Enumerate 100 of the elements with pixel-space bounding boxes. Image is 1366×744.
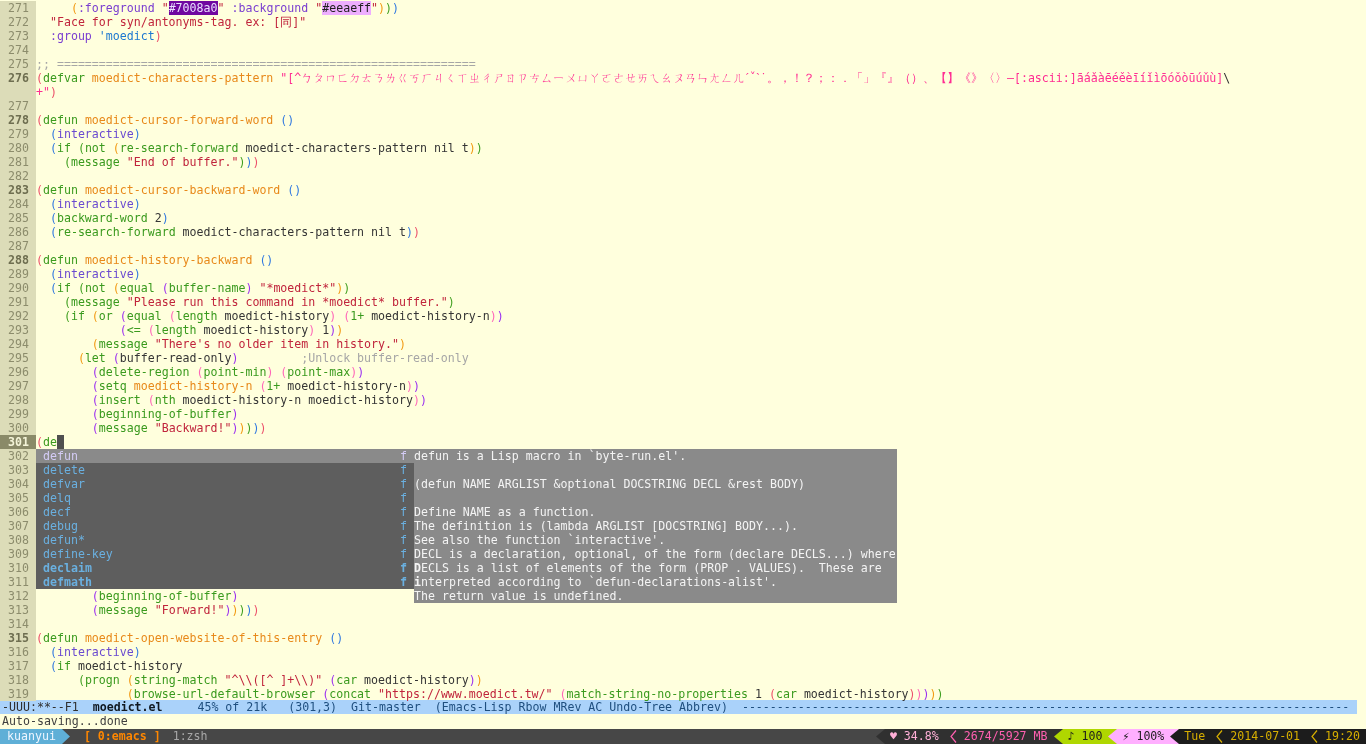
doc-line: See also the function `interactive'.: [414, 533, 667, 547]
code-line: ;; ============================================================: [36, 57, 476, 71]
code-line: (setq moedict-history-n (1+ moedict-history-n)): [90, 379, 420, 393]
code-line: "Face for syn/antonyms-tag. ex: [同]": [48, 15, 307, 29]
code-line: (delete-region (point-min) (point-max)): [90, 365, 365, 379]
code-line: (if (or (equal (length moedict-history) (1+ moedict-history-n)): [62, 309, 504, 323]
code-line: (defun moedict-open-website-of-this-entry (): [36, 631, 344, 645]
code-line: (defun moedict-history-backward (): [36, 253, 274, 267]
code-line: (if (not (equal (buffer-name) "*moedict*")): [48, 281, 351, 295]
doc-line: The return value is undefined.: [414, 589, 625, 603]
completion-item[interactable]: debug f: [36, 519, 414, 533]
line-number: 273: [0, 29, 36, 43]
status-segment: 2014-07-01: [1225, 729, 1307, 744]
line-number: 316: [0, 645, 36, 659]
completion-item[interactable]: decf f: [36, 505, 414, 519]
line-number: 310: [0, 561, 36, 575]
line-number: 299: [0, 407, 36, 421]
code-line: (interactive): [48, 197, 141, 211]
code-line: (beginning-of-buffer): [90, 589, 239, 603]
status-segment: 2674/5927 MB: [958, 729, 1054, 744]
doc-line: defun is a Lisp macro in `byte-run.el'.: [414, 449, 688, 463]
line-number: 294: [0, 337, 36, 351]
code-line: (interactive): [48, 645, 141, 659]
line-number: 275: [0, 57, 36, 71]
code-line: (defun moedict-cursor-backward-word (): [36, 183, 302, 197]
code-line: (re-search-forward moedict-characters-pattern nil t)): [48, 225, 420, 239]
completion-item[interactable]: declaim f: [36, 561, 414, 575]
doc-line: (defun NAME ARGLIST &optional DOCSTRING DECL &rest BODY): [414, 477, 806, 491]
echo-area-message: Auto-saving...done: [1, 714, 129, 729]
line-number: 304: [0, 477, 36, 491]
line-number: 300: [0, 421, 36, 435]
line-number: 272: [0, 15, 36, 29]
line-number: 292: [0, 309, 36, 323]
line-number: 297: [0, 379, 36, 393]
mode-line-item: Git-master: [351, 700, 421, 714]
line-number: 312: [0, 589, 36, 603]
line-number: 277: [0, 99, 36, 113]
code-line: (de: [36, 435, 57, 449]
code-line: (if moedict-history: [48, 659, 183, 673]
line-number: 276: [0, 71, 36, 85]
line-number: 285: [0, 211, 36, 225]
window-tab[interactable]: [ 0:emacs ]: [83, 729, 161, 744]
mode-line-item: 45% of 21k: [197, 700, 268, 714]
line-number: 281: [0, 155, 36, 169]
code-line: (insert (nth moedict-history-n moedict-history)): [90, 393, 427, 407]
line-number: 302: [0, 449, 36, 463]
mode-line-item: (Emacs-Lisp Rbow MRev AC Undo-Tree Abbrev): [434, 700, 728, 714]
doc-line: The definition is (lambda ARGLIST [DOCSTRING] BODY...).: [414, 519, 799, 533]
line-number: 291: [0, 295, 36, 309]
line-number: 309: [0, 547, 36, 561]
line-number: 283: [0, 183, 36, 197]
code-line: (defun moedict-cursor-forward-word (): [36, 113, 295, 127]
line-number: 298: [0, 393, 36, 407]
completion-item[interactable]: defun* f: [36, 533, 414, 547]
line-number: 284: [0, 197, 36, 211]
triangle-icon: [1053, 729, 1063, 744]
completion-item[interactable]: delete f: [36, 463, 414, 477]
completion-item[interactable]: defvar f: [36, 477, 414, 491]
completion-item[interactable]: delq f: [36, 491, 414, 505]
line-number: 318: [0, 673, 36, 687]
line-number: 295: [0, 351, 36, 365]
completion-item[interactable]: define-key f: [36, 547, 414, 561]
completion-item[interactable]: defmath f: [36, 575, 414, 589]
completion-item[interactable]: defun f: [36, 449, 414, 463]
line-number: 303: [0, 463, 36, 477]
chevron-icon: [1216, 730, 1224, 743]
code-line: (progn (string-match "^\\([^ ]+\\)" (car moedict-history)): [76, 673, 483, 687]
code-line: (message "Backward!"))))): [90, 421, 267, 435]
line-number: 280: [0, 141, 36, 155]
line-number: 279: [0, 127, 36, 141]
line-number: 301: [0, 435, 36, 449]
code-line: (message "There's no older item in history."): [90, 337, 406, 351]
line-number: 288: [0, 253, 36, 267]
code-line: (defvar moedict-characters-pattern "[^ㄅㄆㄇㄈㄉㄊㄋㄌㄍㄎㄏㄐㄑㄒㄓㄔㄕㄖㄗㄘㄙㄧㄨㄩㄚㄛㄜㄝㄞㄟㄠㄡㄢㄣㄤㄥㄦˊˇˋ˙。，！？；：．「」『』（）、【】《》〈〉—[:ascii:]āáǎàēéěèīíǐìōóǒòūúǔù]\: [36, 71, 1231, 85]
line-number: 306: [0, 505, 36, 519]
window-tab[interactable]: 1:zsh: [172, 729, 208, 744]
code-line: (message "End of buffer."))): [62, 155, 260, 169]
line-number: 290: [0, 281, 36, 295]
mode-line-item: (301,3): [288, 700, 338, 714]
code-line: (message "Forward!"))))): [90, 603, 260, 617]
line-number: 282: [0, 169, 36, 183]
code-line: :group 'moedict): [48, 29, 162, 43]
mode-line-item: -UUU:**--F1: [1, 700, 79, 714]
line-number: 278: [0, 113, 36, 127]
code-line: (interactive): [48, 267, 141, 281]
doc-line: interpreted according to `defun-declarations-alist'.: [414, 575, 778, 589]
code-line: (let (buffer-read-only) ;Unlock buffer-read-only: [76, 351, 469, 365]
mode-line-item: ---------------------------------------------------------------------------------------: [741, 700, 1350, 714]
code-line: (backward-word 2): [48, 211, 169, 225]
line-number: 287: [0, 239, 36, 253]
code-line: (interactive): [48, 127, 141, 141]
line-number: 313: [0, 603, 36, 617]
line-number: 289: [0, 267, 36, 281]
code-line: +"): [36, 85, 57, 99]
code-line: (<= (length moedict-history) 1)): [118, 323, 344, 337]
line-number: 293: [0, 323, 36, 337]
mode-line-item: moedict.el: [92, 700, 163, 714]
line-number: 319: [0, 687, 36, 701]
line-number: 307: [0, 519, 36, 533]
line-number: 308: [0, 533, 36, 547]
